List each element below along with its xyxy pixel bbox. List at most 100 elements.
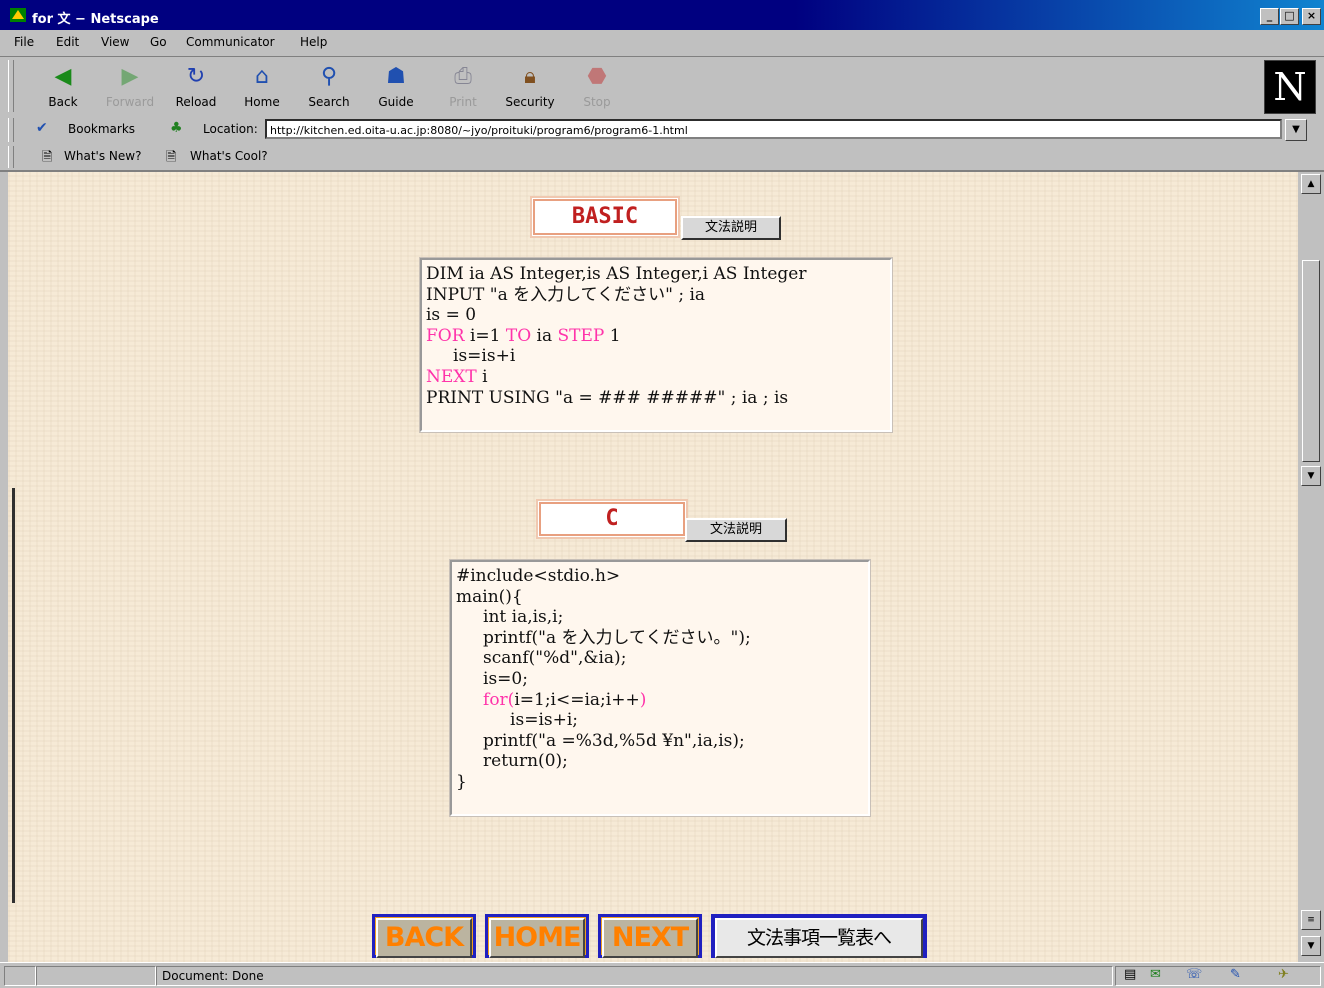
security-status-icon[interactable] xyxy=(4,966,36,986)
search-button[interactable]: ⚲ Search xyxy=(299,61,359,113)
personal-toolbar: 🗎︎ What's New? 🗎︎ What's Cool? xyxy=(0,144,1324,172)
location-label: Location: xyxy=(203,122,258,136)
code-text: DIM ia AS Integer,is AS Integer,i AS Int… xyxy=(426,264,807,284)
frame-scroll-button[interactable]: ≡ xyxy=(1301,910,1321,930)
bookmarks-button[interactable]: Bookmarks xyxy=(68,122,135,136)
security-button[interactable]: 🔒︎ Security xyxy=(500,61,560,113)
whats-cool-link[interactable]: What's Cool? xyxy=(190,149,268,163)
code-text: scanf("%d",&ia); xyxy=(456,648,627,669)
whats-new-link[interactable]: What's New? xyxy=(64,149,141,163)
netscape-app-icon xyxy=(10,8,26,22)
home-icon: ⌂ xyxy=(255,64,269,89)
mail-icon[interactable]: ✉ xyxy=(1150,967,1161,982)
title-bar: for 文 − Netscape _ □ × xyxy=(0,0,1324,30)
code-line: INPUT "a を入力してください" ; ia xyxy=(426,285,886,306)
c-grammar-button[interactable]: 文法説明 xyxy=(685,518,787,542)
grammar-list-button[interactable]: 文法事項一覧表へ xyxy=(711,914,927,958)
status-text: Document: Done xyxy=(162,969,264,983)
basic-heading: BASIC xyxy=(532,198,678,236)
location-grip[interactable] xyxy=(8,118,14,142)
code-line: PRINT USING "a = ### #####" ; ia ; is xyxy=(426,388,886,409)
personal-grip[interactable] xyxy=(8,146,14,168)
code-text: return(0); xyxy=(456,751,568,772)
menu-help[interactable]: Help xyxy=(300,35,327,49)
code-text: } xyxy=(456,771,467,792)
code-text: is=is+i; xyxy=(456,710,579,731)
vertical-scrollbar[interactable]: ▲ ▼ ≡ ▼ xyxy=(1298,172,1324,962)
composer-icon[interactable]: ✎ xyxy=(1230,967,1241,982)
menu-edit[interactable]: Edit xyxy=(56,35,79,49)
status-text-cell xyxy=(156,966,1113,986)
reload-label: Reload xyxy=(175,95,217,109)
next-nav-button[interactable]: NEXT xyxy=(598,914,702,958)
location-input[interactable]: http://kitchen.ed.oita-u.ac.jp:8080/~jyo… xyxy=(265,119,1282,139)
code-line: scanf("%d",&ia); xyxy=(456,648,864,669)
code-text: printf("a =%3d,%5d ¥n",ia,is); xyxy=(456,730,745,751)
home-nav-button[interactable]: HOME xyxy=(485,914,589,958)
code-text: is = 0 xyxy=(426,305,477,326)
frame-scroll-down-button[interactable]: ▼ xyxy=(1301,936,1321,956)
home-nav-label: HOME xyxy=(489,918,585,958)
stop-button[interactable]: ⬣ Stop xyxy=(567,61,627,113)
scroll-down-button[interactable]: ▼ xyxy=(1301,466,1321,486)
print-button[interactable]: ⎙ Print xyxy=(433,61,493,113)
code-text: i=1 xyxy=(464,325,506,346)
netscape-logo[interactable]: N xyxy=(1264,60,1316,114)
code-keyword: TO xyxy=(505,325,532,346)
home-button[interactable]: ⌂ Home xyxy=(232,61,292,113)
navigation-toolbar: ◀ Back ▶ Forward ↻ Reload ⌂ Home ⚲ Searc… xyxy=(0,57,1324,117)
code-line: is=0; xyxy=(456,669,864,690)
print-label: Print xyxy=(449,95,477,109)
forward-button[interactable]: ▶ Forward xyxy=(100,61,160,113)
location-dropdown-button[interactable]: ▼ xyxy=(1285,119,1307,141)
page-proxy-icon[interactable]: ♣ xyxy=(170,120,183,136)
bookmarks-icon[interactable]: ✔ xyxy=(36,120,48,136)
location-bar: ✔ Bookmarks ♣ Location: http://kitchen.e… xyxy=(0,116,1324,144)
code-text: ia xyxy=(531,325,558,346)
code-line: } xyxy=(456,772,864,793)
minimize-button[interactable]: _ xyxy=(1260,8,1279,25)
menu-communicator[interactable]: Communicator xyxy=(186,35,275,49)
menu-file[interactable]: File xyxy=(14,35,34,49)
search-icon: ⚲ xyxy=(320,64,338,89)
code-text: PRINT USING "a = ### #####" ; ia ; is xyxy=(426,387,789,408)
guide-label: Guide xyxy=(378,95,414,109)
conference-icon[interactable]: ✈ xyxy=(1278,967,1289,982)
frame-border xyxy=(12,488,15,903)
discussion-icon[interactable]: ☏ xyxy=(1186,967,1202,982)
code-text: #include<stdio.h> xyxy=(456,566,621,586)
forward-arrow-icon: ▶ xyxy=(121,64,139,89)
printer-icon: ⎙ xyxy=(454,64,472,89)
back-nav-button[interactable]: BACK xyxy=(372,914,476,958)
code-text: i xyxy=(476,366,488,387)
bookmark-doc-icon: 🗎︎ xyxy=(166,150,177,165)
code-keyword: FOR xyxy=(426,325,465,346)
code-text: int ia,is,i; xyxy=(456,607,564,628)
code-line: printf("a =%3d,%5d ¥n",ia,is); xyxy=(456,731,864,752)
code-text: printf("a を入力してください。"); xyxy=(456,627,751,648)
basic-grammar-button[interactable]: 文法説明 xyxy=(681,216,781,240)
menu-view[interactable]: View xyxy=(101,35,129,49)
code-text: 1 xyxy=(604,325,621,346)
scroll-thumb[interactable] xyxy=(1302,260,1320,462)
close-button[interactable]: × xyxy=(1302,8,1321,25)
code-text: i=1;i<=ia;i++ xyxy=(514,689,640,710)
status-bar: Document: Done ▤ ✉ ☏ ✎ ✈ xyxy=(0,962,1324,988)
menu-go[interactable]: Go xyxy=(150,35,167,49)
guide-button[interactable]: ☗ Guide xyxy=(366,61,426,113)
code-line: #include<stdio.h> xyxy=(456,566,864,587)
reload-button[interactable]: ↻ Reload xyxy=(166,61,226,113)
navigator-icon[interactable]: ▤ xyxy=(1124,967,1136,982)
security-label: Security xyxy=(505,95,555,109)
code-line: is=is+i xyxy=(426,346,886,367)
code-keyword: ) xyxy=(639,689,647,710)
code-keyword: for( xyxy=(483,689,515,710)
component-bar xyxy=(1115,966,1321,986)
back-nav-label: BACK xyxy=(376,918,472,958)
scroll-up-button[interactable]: ▲ xyxy=(1301,174,1321,194)
back-button[interactable]: ◀ Back xyxy=(33,61,93,113)
maximize-button[interactable]: □ xyxy=(1280,8,1299,25)
c-code-box: #include<stdio.h> main(){ int ia,is,i; pr… xyxy=(450,560,870,816)
toolbar-grip[interactable] xyxy=(8,60,14,112)
